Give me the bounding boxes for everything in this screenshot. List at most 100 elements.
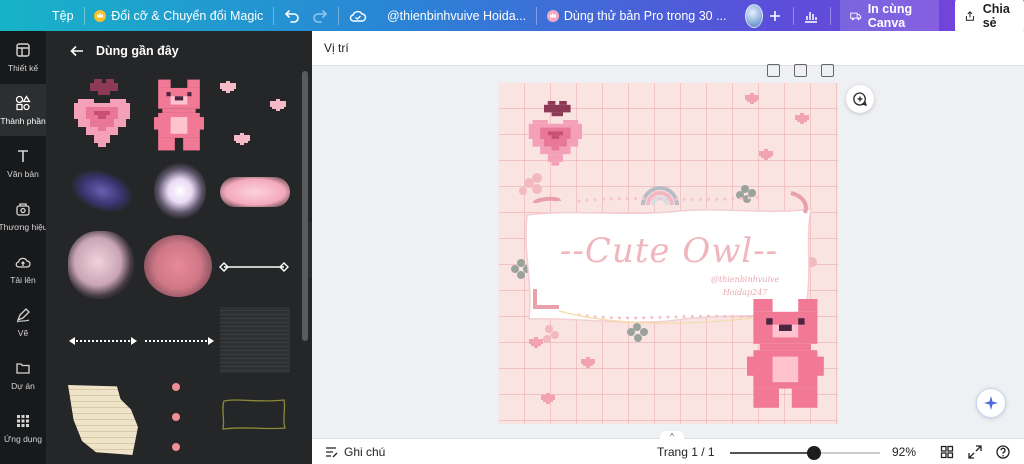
pen-icon	[16, 307, 30, 322]
lock-page-icon[interactable]	[767, 64, 780, 77]
layout-icon	[16, 42, 30, 57]
rail-label: Thành phần	[0, 115, 46, 126]
design-page[interactable]: --Cute Owl-- @thienbinhvuive Hoidap247	[499, 83, 838, 424]
rail-item-projects[interactable]: Dự án	[0, 349, 46, 401]
zoom-slider-knob[interactable]	[807, 446, 821, 460]
pro-trial-button[interactable]: Dùng thử bản Pro trong 30 ...	[546, 0, 727, 31]
canvas-workspace: Vị trí --Cute Owl-- @thienbinhvuive Hoid…	[312, 31, 1024, 438]
add-page-icon[interactable]	[821, 64, 834, 77]
fullscreen-icon[interactable]	[968, 444, 982, 459]
truck-icon	[850, 12, 862, 20]
torn-paper-thumbnail[interactable]	[68, 385, 138, 455]
crown-icon	[94, 9, 107, 22]
zoom-slider[interactable]	[730, 446, 880, 460]
position-button[interactable]: Vị trí	[324, 41, 349, 55]
crown-icon	[546, 9, 559, 22]
pixel-bear-thumbnail[interactable]	[154, 79, 204, 151]
print-canva-button[interactable]: In cùng Canva	[840, 0, 939, 35]
document-title[interactable]: @thienbinhvuive Hoida...	[387, 0, 526, 31]
page-tools	[767, 64, 834, 77]
elements-panel: Dùng gần đây	[46, 31, 312, 464]
file-menu-label: Tệp	[52, 8, 74, 23]
rail-item-design[interactable]: Thiết kế	[0, 31, 46, 83]
page-indicator[interactable]: Trang 1 / 1	[657, 445, 715, 459]
rail-label: Văn bản	[7, 168, 39, 179]
add-comment-button[interactable]	[846, 85, 874, 113]
bottom-bar: ^ Ghi chú Trang 1 / 1 92%	[312, 431, 1024, 464]
pink-circle-thumbnail[interactable]	[144, 235, 212, 297]
file-menu[interactable]: Tệp	[52, 0, 74, 31]
context-toolbar: Vị trí	[312, 31, 1024, 66]
handle-line-2: Hoidap247	[722, 288, 768, 297]
notes-button[interactable]: Ghi chú	[324, 445, 385, 459]
analytics-icon[interactable]	[803, 5, 819, 27]
grid-view-icon[interactable]	[940, 445, 954, 459]
resize-magic-button[interactable]: Đổi cỡ & Chuyển đổi Magic	[94, 0, 263, 31]
panel-header: Dùng gần đây	[46, 31, 312, 71]
rail-item-draw[interactable]: Vẽ	[0, 296, 46, 348]
add-collaborator-icon[interactable]	[767, 5, 783, 27]
panel-title: Dùng gần đây	[96, 44, 179, 58]
pink-smoke-thumbnail[interactable]	[68, 231, 134, 299]
text-icon	[18, 149, 28, 162]
folder-icon	[16, 362, 30, 374]
document-title-label: @thienbinhvuive Hoida...	[386, 8, 527, 23]
rail-label: Thương hiệu	[0, 221, 46, 232]
rail-item-text[interactable]: Văn bản	[0, 137, 46, 189]
divider	[536, 6, 537, 25]
back-arrow-icon[interactable]	[70, 45, 84, 57]
rail-label: Thiết kế	[7, 62, 39, 73]
galaxy-thumbnail[interactable]	[65, 162, 139, 220]
divider	[273, 6, 275, 25]
avatar[interactable]	[744, 3, 763, 28]
undo-icon[interactable]	[284, 5, 300, 27]
redo-icon[interactable]	[312, 5, 328, 27]
notes-label: Ghi chú	[344, 444, 386, 459]
show-pages-button[interactable]: ^	[660, 431, 684, 441]
rail-item-uploads[interactable]: Tải lên	[0, 243, 46, 295]
pro-trial-label: Dùng thử bản Pro trong 30 ...	[563, 8, 727, 23]
brand-icon	[16, 202, 30, 216]
cloud-saved-icon[interactable]	[349, 5, 367, 27]
wavy-frame-thumbnail[interactable]	[218, 395, 290, 433]
share-label: Chia sẻ	[982, 1, 1010, 30]
rail-label: Vẽ	[17, 327, 29, 338]
design-handle[interactable]: @thienbinhvuive Hoidap247	[711, 273, 779, 299]
rail-label: Ứng dụng	[4, 433, 42, 444]
diamond-line-thumbnail[interactable]	[218, 257, 290, 277]
chevron-up-icon: ^	[670, 431, 674, 441]
upload-cloud-icon	[15, 257, 31, 268]
handle-line-1: @thienbinhvuive	[711, 275, 780, 284]
design-title[interactable]: --Cute Owl--	[539, 231, 799, 271]
zoom-value[interactable]: 92%	[892, 445, 916, 459]
pixel-hearts-thumbnail[interactable]	[218, 79, 294, 151]
divider	[83, 6, 85, 25]
apps-grid-icon	[17, 414, 29, 427]
dotted-arrows-thumbnail[interactable]	[68, 333, 218, 349]
rail-item-apps[interactable]: Ứng dụng	[0, 402, 46, 454]
comment-add-icon	[853, 92, 868, 106]
pink-dots-thumbnail[interactable]	[168, 379, 184, 455]
lined-texture-thumbnail[interactable]	[220, 307, 290, 373]
pixel-heart-thumbnail[interactable]	[70, 79, 134, 151]
view-controls	[940, 444, 1010, 459]
magic-assistant-button[interactable]	[976, 388, 1006, 418]
divider	[338, 6, 339, 25]
sparkle-icon	[984, 396, 998, 410]
rail-item-brand[interactable]: Thương hiệu	[0, 190, 46, 242]
shapes-icon	[15, 94, 31, 110]
print-canva-label: In cùng Canva	[867, 1, 913, 30]
rail-label: Tải lên	[10, 274, 36, 285]
top-bar: Tệp Đổi cỡ & Chuyển đổi Magic @thienbinh…	[0, 0, 1024, 35]
zoom-slider-fill	[730, 452, 814, 454]
panel-scrollbar[interactable]	[302, 71, 308, 341]
divider	[792, 6, 794, 25]
duplicate-page-icon[interactable]	[794, 64, 807, 77]
fairy-thumbnail[interactable]	[154, 161, 206, 221]
pink-cloud-thumbnail[interactable]	[220, 177, 290, 207]
help-icon[interactable]	[996, 444, 1010, 459]
share-button[interactable]: Chia sẻ	[954, 0, 1024, 35]
rail-item-elements[interactable]: Thành phần	[0, 84, 46, 136]
share-icon	[965, 10, 974, 21]
resize-magic-label: Đổi cỡ & Chuyển đổi Magic	[111, 8, 264, 23]
